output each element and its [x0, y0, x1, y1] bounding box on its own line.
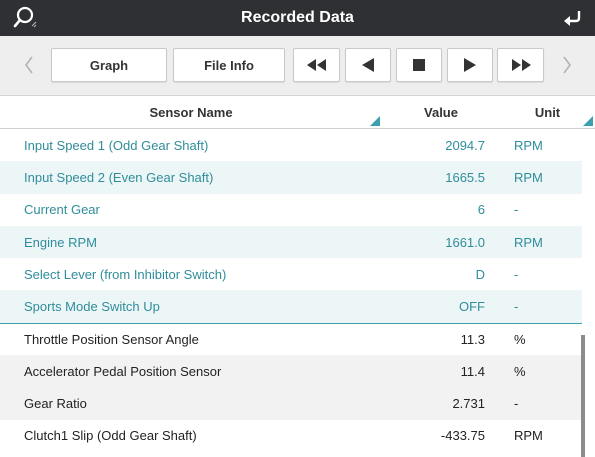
table-row[interactable]: Input Speed 2 (Even Gear Shaft) 1665.5 R… — [0, 161, 582, 194]
unit-header-label: Unit — [534, 104, 561, 120]
search-icon — [13, 6, 37, 28]
sensor-value: 6 — [477, 202, 485, 218]
sensor-value: 2.731 — [452, 396, 485, 412]
sort-indicator-icon — [583, 116, 593, 126]
sensor-name: Accelerator Pedal Position Sensor — [24, 363, 222, 379]
sensor-unit: - — [514, 266, 519, 282]
stop-button[interactable] — [396, 48, 442, 82]
fast-rewind-icon — [306, 59, 326, 71]
table-row[interactable]: Accelerator Pedal Position Sensor 11.4 % — [0, 355, 582, 388]
sensor-value: 11.3 — [460, 331, 485, 347]
unit-header[interactable]: Unit — [500, 96, 595, 128]
scroll-left-button[interactable] — [22, 54, 36, 76]
sensor-unit: - — [514, 202, 519, 218]
title-bar: Recorded Data — [0, 0, 595, 36]
fast-forward-button[interactable] — [497, 48, 544, 82]
sensor-unit: RPM — [514, 169, 543, 185]
sensor-value: 11.4 — [460, 363, 485, 379]
table-row[interactable]: Engine RPM 1661.0 RPM — [0, 225, 582, 259]
sensor-value: OFF — [459, 299, 485, 315]
sensor-unit: - — [514, 299, 519, 315]
table-row[interactable]: Current Gear 6 - — [0, 193, 582, 226]
scrollbar-thumb[interactable] — [581, 335, 585, 457]
sensor-value: 1665.5 — [445, 169, 485, 185]
file-info-button[interactable]: File Info — [173, 48, 285, 82]
chevron-right-icon — [563, 56, 571, 74]
value-header-label: Value — [424, 104, 458, 120]
sensor-value: D — [475, 266, 485, 282]
sensor-name: Current Gear — [24, 202, 100, 218]
sensor-value: -433.75 — [440, 428, 485, 444]
scroll-right-button[interactable] — [560, 54, 574, 76]
fast-forward-icon — [511, 59, 531, 71]
table-row[interactable]: Input Speed 1 (Odd Gear Shaft) 2094.7 RP… — [0, 129, 582, 162]
back-button[interactable] — [561, 6, 585, 30]
table-row[interactable]: Select Lever (from Inhibitor Switch) D - — [0, 258, 582, 291]
step-back-button[interactable] — [345, 48, 391, 82]
step-back-icon — [362, 58, 374, 72]
sensor-value: 1661.0 — [445, 234, 485, 250]
sensor-unit: RPM — [514, 428, 543, 444]
play-icon — [464, 58, 476, 72]
sensor-name-header-label: Sensor Name — [149, 104, 233, 120]
chevron-left-icon — [25, 56, 33, 74]
sensor-unit: % — [514, 363, 526, 379]
value-header[interactable]: Value — [382, 96, 500, 128]
sort-indicator-icon — [370, 116, 380, 126]
sensor-name: Sports Mode Switch Up — [24, 299, 160, 315]
search-button[interactable] — [12, 5, 38, 31]
sensor-value: 2094.7 — [445, 137, 485, 153]
graph-button[interactable]: Graph — [51, 48, 167, 82]
table-row[interactable]: Gear Ratio 2.731 - — [0, 387, 582, 420]
sensor-unit: % — [514, 331, 526, 347]
table-header: Sensor Name Value Unit — [0, 96, 595, 129]
table-row[interactable]: Throttle Position Sensor Angle 11.3 % — [0, 322, 582, 356]
sensor-unit: RPM — [514, 137, 543, 153]
play-button[interactable] — [447, 48, 493, 82]
stop-icon — [413, 59, 425, 71]
sensor-name: Throttle Position Sensor Angle — [24, 331, 199, 347]
sensor-name: Input Speed 1 (Odd Gear Shaft) — [24, 137, 209, 153]
sensor-name: Gear Ratio — [24, 396, 87, 412]
back-arrow-icon — [564, 11, 581, 26]
sensor-name: Clutch1 Slip (Odd Gear Shaft) — [24, 428, 197, 444]
sensor-name: Select Lever (from Inhibitor Switch) — [24, 266, 227, 282]
window-title: Recorded Data — [241, 9, 354, 26]
fast-rewind-button[interactable] — [293, 48, 340, 82]
sensor-name: Input Speed 2 (Even Gear Shaft) — [24, 169, 214, 185]
toolbar: Graph File Info — [0, 36, 595, 96]
sensor-name: Engine RPM — [24, 234, 97, 250]
sensor-name-header[interactable]: Sensor Name — [0, 96, 382, 128]
sensor-unit: RPM — [514, 234, 543, 250]
sensor-list: Input Speed 1 (Odd Gear Shaft) 2094.7 RP… — [0, 129, 582, 452]
table-row[interactable]: Clutch1 Slip (Odd Gear Shaft) -433.75 RP… — [0, 419, 582, 452]
sensor-unit: - — [514, 396, 519, 412]
table-row[interactable]: Sports Mode Switch Up OFF - — [0, 290, 582, 323]
